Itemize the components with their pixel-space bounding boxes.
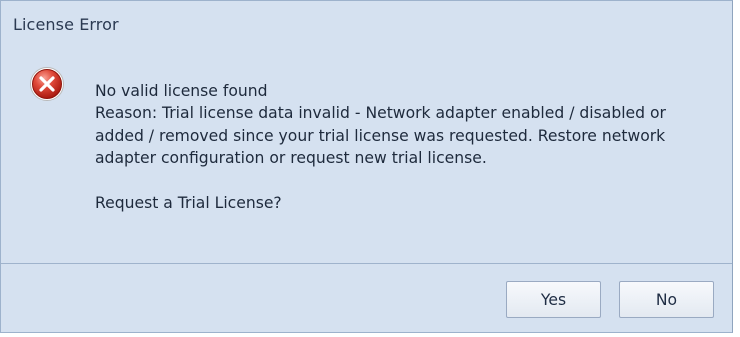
message-text: No valid license found Reason: Trial lic… bbox=[95, 80, 720, 214]
message-line-3: added / removed since your trial license… bbox=[95, 126, 666, 145]
error-icon bbox=[29, 66, 65, 102]
message-line-1: No valid license found bbox=[95, 82, 268, 100]
message-line-4: adapter configuration or request new tri… bbox=[95, 148, 487, 167]
message-question: Request a Trial License? bbox=[95, 194, 282, 213]
message-line-2: Reason: Trial license data invalid - Net… bbox=[95, 104, 666, 123]
no-button[interactable]: No bbox=[619, 281, 714, 318]
yes-button[interactable]: Yes bbox=[506, 281, 601, 318]
dialog-title: License Error bbox=[13, 15, 119, 34]
license-error-dialog: License Error No valid license found Rea… bbox=[0, 0, 733, 333]
